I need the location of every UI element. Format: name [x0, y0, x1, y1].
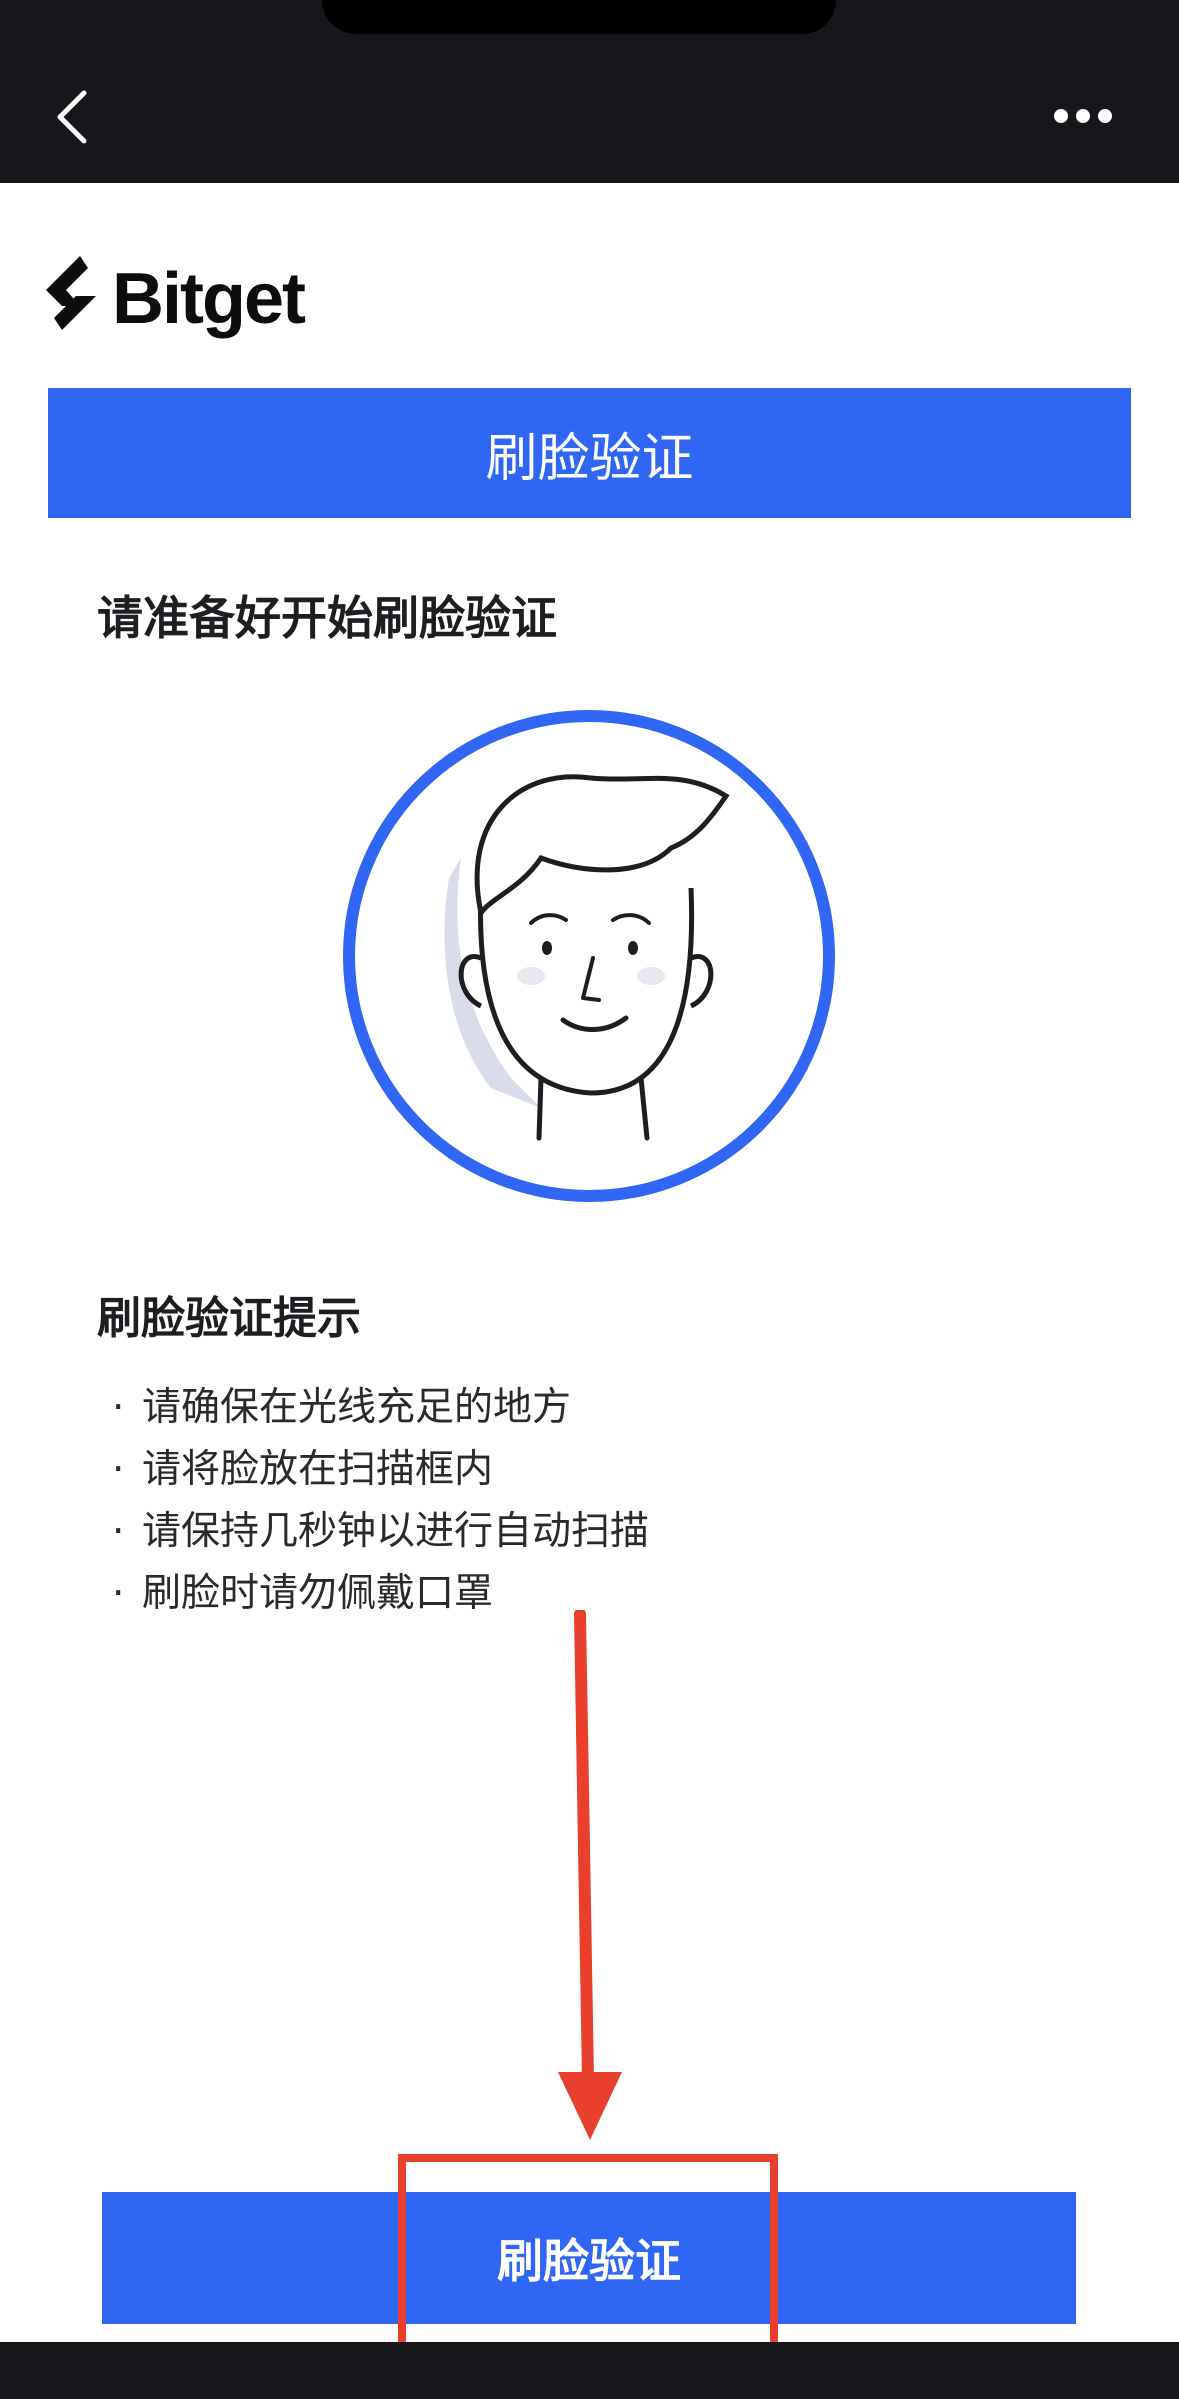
tip-item: · 请确保在光线充足的地方 [112, 1380, 571, 1436]
prepare-title: 请准备好开始刷脸验证 [97, 591, 557, 645]
bitget-logo: Bitget [40, 254, 330, 344]
tip-text: 请将脸放在扫描框内 [142, 1447, 494, 1492]
face-verification-banner: 刷脸验证 [48, 388, 1131, 518]
top-navigation-bar [0, 0, 1179, 183]
device-notch [322, 0, 836, 34]
tip-bullet: · [112, 1571, 125, 1616]
banner-title: 刷脸验证 [485, 428, 694, 489]
tip-bullet: · [112, 1385, 125, 1430]
face-illustration-icon [343, 710, 835, 1202]
tip-item: · 请保持几秒钟以进行自动扫描 [112, 1504, 649, 1560]
tips-title: 刷脸验证提示 [97, 1293, 361, 1344]
tip-bullet: · [112, 1447, 125, 1492]
tip-item: · 刷脸时请勿佩戴口罩 [112, 1566, 493, 1622]
bottom-bar [0, 2342, 1179, 2399]
tip-text: 请保持几秒钟以进行自动扫描 [142, 1509, 650, 1554]
arrow-down-icon [558, 1608, 622, 2140]
annotation-arrow [550, 1608, 630, 2145]
more-horizontal-icon [1054, 109, 1112, 123]
logo-text: Bitget [112, 259, 306, 339]
tip-text: 请确保在光线充足的地方 [142, 1385, 572, 1430]
tip-item: · 请将脸放在扫描框内 [112, 1442, 493, 1498]
bitget-logo-icon [46, 256, 96, 330]
tip-bullet: · [112, 1509, 125, 1554]
chevron-left-icon [57, 90, 87, 144]
tip-text: 刷脸时请勿佩戴口罩 [142, 1571, 494, 1616]
more-options-button[interactable] [1048, 96, 1118, 136]
back-button[interactable] [44, 80, 100, 154]
face-illustration [341, 708, 837, 1204]
